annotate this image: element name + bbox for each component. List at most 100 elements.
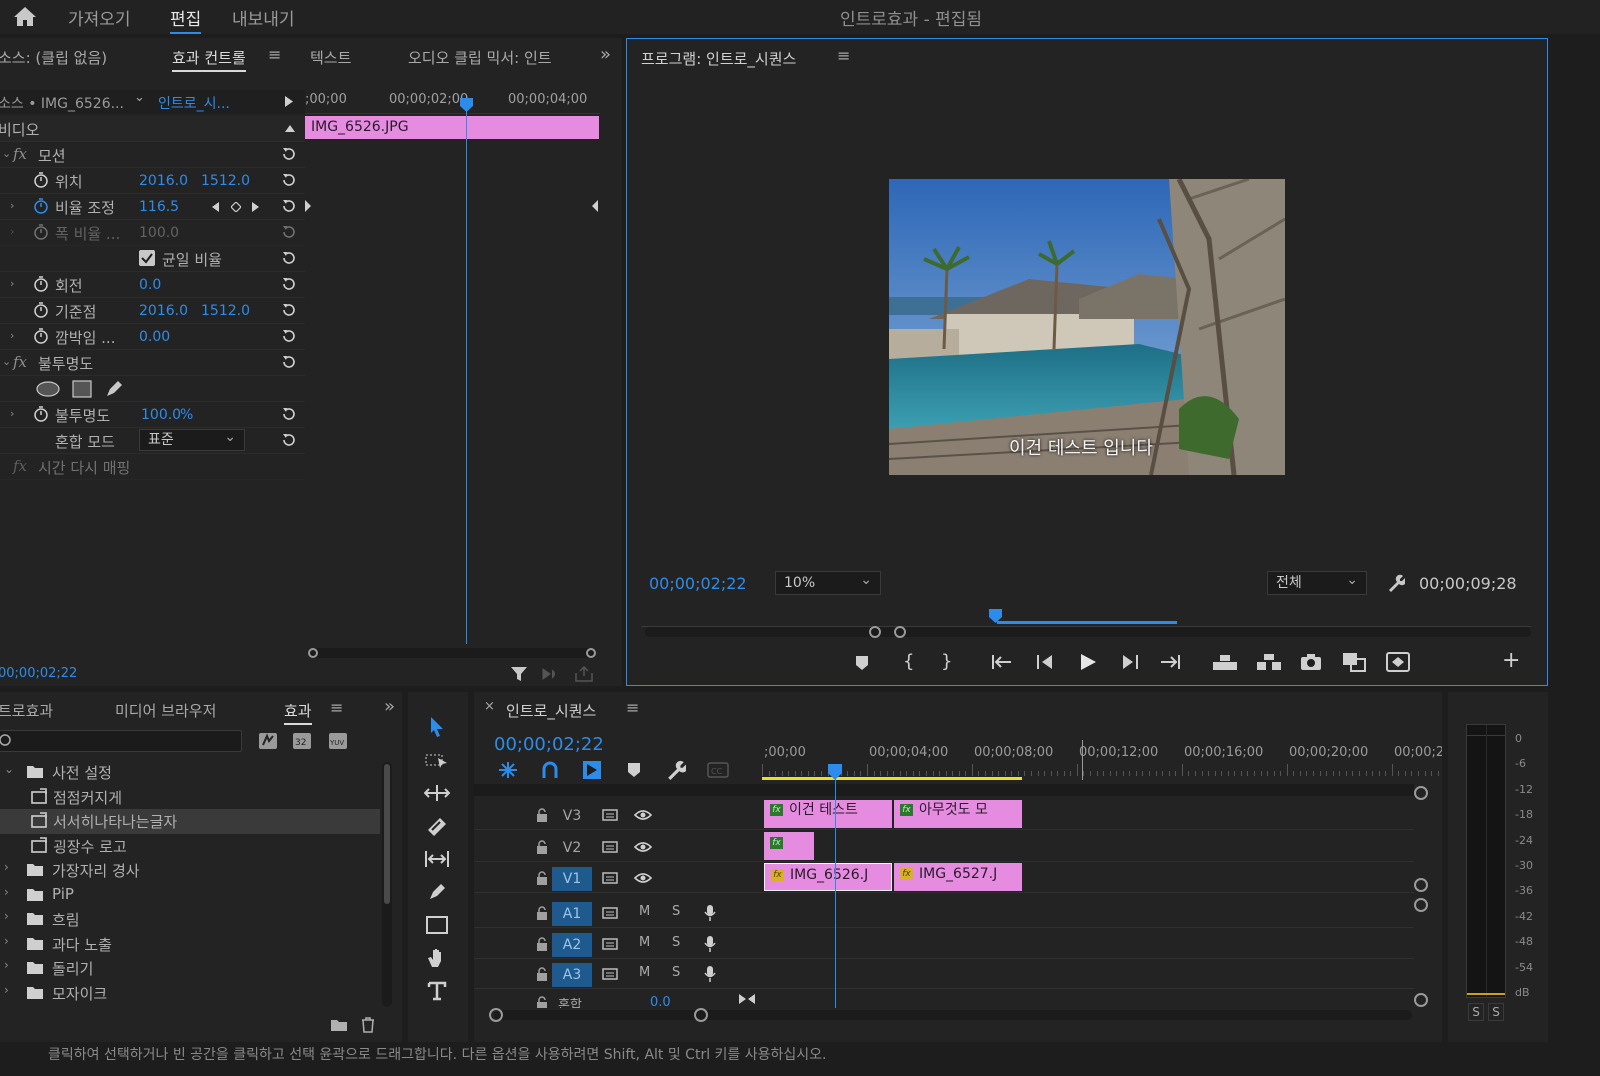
solo-right-button[interactable]: S (1488, 1003, 1504, 1021)
reset-icon[interactable] (281, 328, 297, 344)
add-button-icon[interactable]: + (1502, 648, 1520, 673)
mix-value[interactable]: 0.0 (650, 995, 671, 1008)
solo-left-button[interactable]: S (1468, 1003, 1484, 1021)
reset-icon[interactable] (281, 354, 297, 370)
comparison-view-icon[interactable] (1342, 652, 1366, 672)
more-panels-icon[interactable]: » (384, 696, 395, 717)
clip-v1-img-6527[interactable]: fx IMG_6527.J (894, 863, 1022, 891)
accelerated-effects-icon[interactable] (258, 732, 278, 750)
anchor-y-value[interactable]: 1512.0 (201, 303, 250, 319)
quality-select[interactable]: 전체 (1267, 569, 1367, 595)
tab-effects[interactable]: 효과 (284, 700, 312, 725)
program-monitor-title[interactable]: 프로그램: 인트로_시퀀스 (641, 48, 796, 69)
effects-tree-item[interactable]: › 모자이크 (0, 981, 380, 1006)
panel-menu-icon[interactable]: ≡ (330, 698, 343, 717)
type-tool-icon[interactable] (420, 976, 454, 1006)
microphone-icon[interactable] (704, 935, 716, 953)
mute-button[interactable]: M (639, 935, 650, 950)
anchor-x-value[interactable]: 2016.0 (139, 303, 188, 319)
chevron-right-icon[interactable]: › (4, 860, 9, 874)
stopwatch-icon[interactable] (33, 327, 49, 345)
go-to-out-icon[interactable] (1160, 654, 1182, 670)
chevron-down-icon[interactable]: ⌄ (4, 762, 14, 776)
hand-tool-icon[interactable] (420, 943, 454, 973)
chevron-down-icon[interactable]: ⌄ (2, 355, 11, 368)
sequence-clip-label[interactable]: 인트로_시... (158, 93, 230, 113)
lock-icon[interactable] (536, 967, 548, 981)
timeline-settings-icon[interactable] (666, 760, 686, 780)
chevron-right-icon[interactable]: › (10, 329, 14, 342)
slip-tool-icon[interactable] (420, 844, 454, 874)
lock-icon[interactable] (536, 840, 548, 854)
zoom-handle-left[interactable] (869, 626, 881, 638)
add-marker-icon[interactable] (855, 655, 869, 671)
rectangle-tool-icon[interactable] (420, 910, 454, 940)
stopwatch-icon[interactable] (33, 405, 49, 423)
close-icon[interactable]: × (484, 699, 495, 714)
stopwatch-icon[interactable] (33, 301, 49, 319)
eye-icon[interactable] (634, 841, 652, 853)
zoom-select[interactable]: 10% (775, 569, 881, 595)
playhead-handle[interactable] (460, 98, 473, 112)
selection-tool-icon[interactable] (420, 712, 454, 742)
play-only-icon[interactable] (285, 96, 293, 107)
home-icon[interactable] (12, 5, 38, 27)
video-tracks-zoom-handle[interactable] (1414, 786, 1428, 800)
audio-tracks-zoom-handle[interactable] (1414, 898, 1428, 912)
timeline-scrollbar[interactable] (494, 1010, 1412, 1020)
program-timecode[interactable]: 00;00;02;22 (649, 574, 747, 593)
collapse-up-icon[interactable] (285, 125, 295, 132)
tab-media-browser[interactable]: 미디어 브라우저 (115, 700, 216, 721)
tab-audio-clip-mixer[interactable]: 오디오 클립 믹서: 인트 (408, 47, 552, 68)
timeline-timecode[interactable]: 00;00;02;22 (494, 734, 604, 755)
reset-icon[interactable] (281, 432, 297, 448)
effects-tree-item[interactable]: › 과다 노출 (0, 932, 380, 957)
mute-button[interactable]: M (639, 904, 650, 919)
lock-icon[interactable] (536, 906, 548, 920)
chevron-right-icon[interactable]: › (10, 277, 14, 290)
mini-timeline-scrollbar[interactable] (310, 648, 594, 658)
audio-tracks-zoom-handle[interactable] (1414, 993, 1428, 1007)
effects-tree-item[interactable]: 점점커지게 (0, 785, 380, 810)
program-zoom-scrollbar[interactable] (645, 627, 1531, 637)
extract-icon[interactable] (1256, 653, 1282, 671)
solo-button[interactable]: S (672, 965, 680, 980)
mini-timeline-ruler[interactable]: ;00;00 00;00;02;00 00;00;04;00 (305, 90, 600, 114)
eye-icon[interactable] (634, 872, 652, 884)
scale-value[interactable]: 116.5 (139, 199, 179, 215)
mini-timeline-clip[interactable]: IMG_6526.JPG (305, 116, 599, 139)
effects-tree-item[interactable]: › 흐림 (0, 907, 380, 932)
mute-button[interactable]: M (639, 965, 650, 980)
linked-selection-icon[interactable] (582, 760, 602, 780)
solo-button[interactable]: S (672, 935, 680, 950)
solo-button[interactable]: S (672, 904, 680, 919)
clip-v3-text-1[interactable]: fx 이건 테스트 (764, 800, 892, 828)
flicker-value[interactable]: 0.00 (139, 329, 170, 345)
nav-export[interactable]: 내보내기 (232, 5, 295, 30)
pen-mask-icon[interactable] (104, 379, 124, 399)
new-folder-icon[interactable] (330, 1018, 348, 1032)
more-panels-icon[interactable]: » (600, 44, 611, 65)
chevron-right-icon[interactable]: › (10, 199, 14, 212)
tab-project[interactable]: 트로효과 (0, 700, 53, 721)
panel-menu-icon[interactable]: ≡ (837, 46, 850, 65)
reset-icon[interactable] (281, 302, 297, 318)
effects-search-input[interactable] (0, 730, 242, 752)
nest-sequence-icon[interactable] (498, 761, 518, 779)
panel-menu-icon[interactable]: ≡ (626, 698, 639, 717)
effects-tree-item[interactable]: 굉장수 로고 (0, 834, 380, 859)
chevron-right-icon[interactable]: › (4, 983, 9, 997)
sync-lock-icon[interactable] (602, 967, 618, 981)
checkbox-checked-icon[interactable] (139, 250, 155, 266)
prev-keyframe-icon[interactable] (212, 202, 219, 212)
multi-camera-icon[interactable] (1386, 652, 1410, 672)
track-target-V1[interactable]: V1 (552, 867, 592, 891)
stopwatch-icon[interactable] (33, 275, 49, 293)
tab-text[interactable]: 텍스트 (310, 47, 351, 68)
razor-tool-icon[interactable] (420, 811, 454, 841)
filter-icon[interactable] (511, 666, 527, 682)
stopwatch-icon[interactable] (33, 171, 49, 189)
reset-icon[interactable] (281, 146, 297, 162)
sync-lock-icon[interactable] (602, 937, 618, 951)
mark-in-icon[interactable]: { (903, 651, 914, 672)
